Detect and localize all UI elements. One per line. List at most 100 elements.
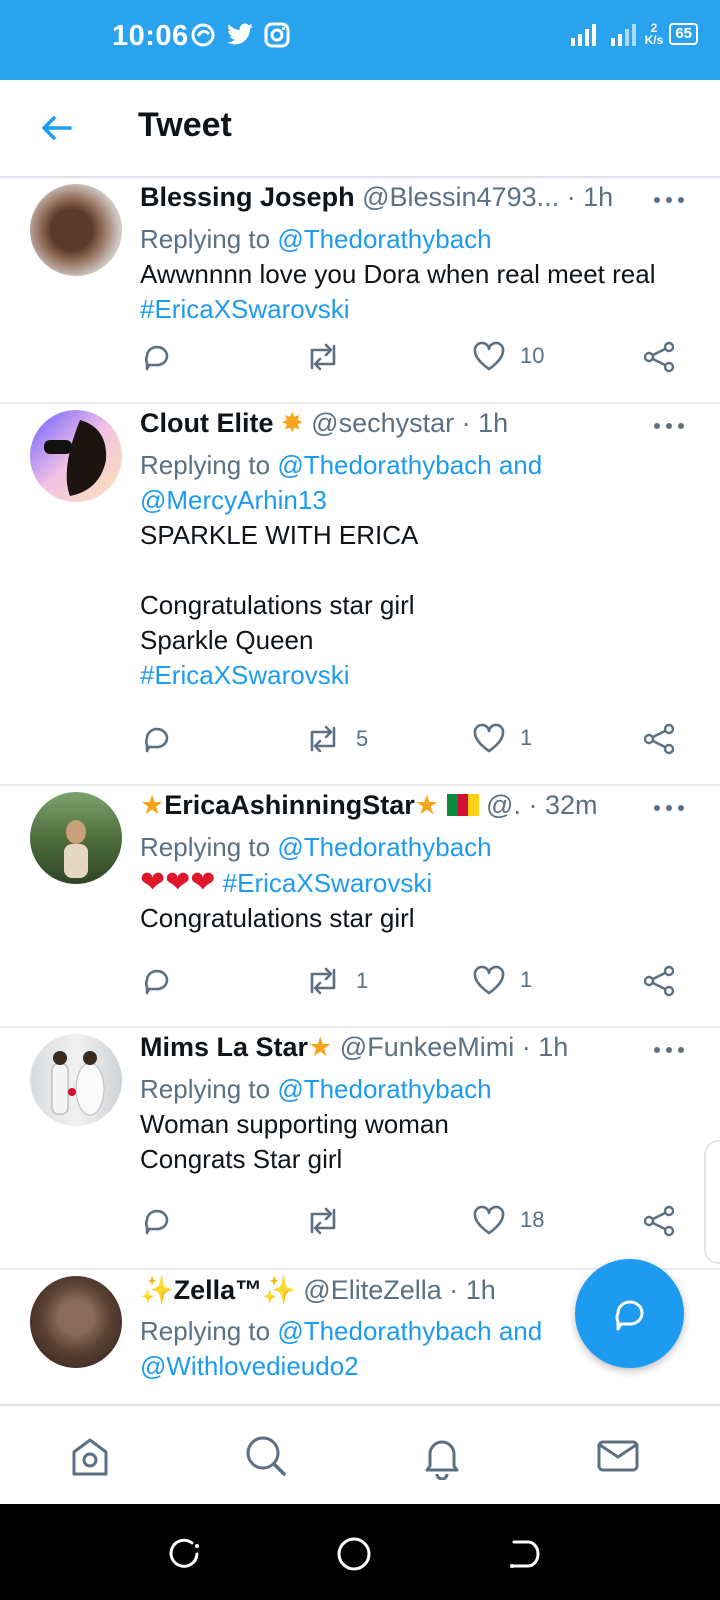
sun-emoji-icon: ✸ bbox=[281, 408, 304, 438]
mention-link[interactable]: @Withlovedieudo2 bbox=[140, 1351, 359, 1381]
hashtag-link[interactable]: #EricaXSwarovski bbox=[223, 868, 433, 898]
author-name[interactable]: Clout Elite bbox=[140, 408, 274, 438]
tweet-actions: 1 1 bbox=[0, 946, 720, 1026]
reply-button[interactable] bbox=[140, 1204, 174, 1238]
reply-bubble-icon bbox=[144, 345, 169, 371]
mention-link[interactable]: @Thedorathybach bbox=[277, 832, 491, 862]
signal-icon bbox=[570, 24, 596, 46]
avatar[interactable] bbox=[30, 792, 122, 884]
more-horizontal-icon bbox=[654, 1047, 684, 1053]
mention-link[interactable]: @Thedorathybach and bbox=[277, 1316, 542, 1346]
system-navigation-bar bbox=[0, 1504, 720, 1600]
retweet-button[interactable]: 1 bbox=[304, 964, 368, 998]
heart-icon bbox=[473, 341, 505, 371]
tweet-text: SPARKLE WITH ERICA bbox=[140, 520, 419, 550]
nav-search[interactable] bbox=[242, 1432, 290, 1480]
cameroon-flag-icon bbox=[446, 794, 479, 816]
replying-to: Replying to @Thedorathybach bbox=[140, 832, 492, 862]
notifications-icon bbox=[425, 1440, 459, 1481]
status-time: 10:06 bbox=[112, 20, 189, 52]
author-name[interactable]: EricaAshinningStar bbox=[164, 790, 415, 820]
messages-icon bbox=[597, 1440, 639, 1472]
replying-to: Replying to @Thedorathybach and bbox=[140, 450, 543, 480]
share-button[interactable] bbox=[642, 722, 676, 756]
like-button[interactable]: 1 bbox=[472, 722, 532, 754]
retweet-button[interactable] bbox=[304, 1204, 356, 1238]
battery-indicator: 65 bbox=[669, 23, 698, 45]
tweet[interactable]: Clout Elite ✸ @sechystar · 1h Replying t… bbox=[0, 404, 720, 786]
home-icon bbox=[72, 1438, 108, 1476]
reply-button[interactable] bbox=[140, 340, 174, 374]
sparkles-emoji-icon: ✨ bbox=[262, 1275, 296, 1305]
instagram-icon bbox=[264, 22, 290, 48]
network-speed: 2 K/s bbox=[644, 21, 664, 47]
retweet-icon bbox=[310, 725, 336, 753]
author-handle[interactable]: @sechystar bbox=[311, 408, 454, 438]
recent-apps-button[interactable] bbox=[164, 1534, 204, 1574]
home-system-button[interactable] bbox=[334, 1534, 374, 1574]
retweet-button[interactable]: 5 bbox=[304, 722, 368, 756]
sparkles-emoji-icon: ✨ bbox=[140, 1275, 174, 1305]
replying-to: Replying to @Thedorathybach bbox=[140, 1074, 492, 1104]
tweet-time: · 1h bbox=[566, 182, 614, 212]
more-horizontal-icon bbox=[654, 423, 684, 429]
heart-icon bbox=[473, 1205, 505, 1235]
like-count: 1 bbox=[520, 967, 533, 992]
retweet-icon bbox=[310, 1207, 336, 1235]
share-icon bbox=[643, 1205, 675, 1237]
more-horizontal-icon bbox=[654, 197, 684, 203]
like-button[interactable]: 18 bbox=[472, 1204, 544, 1236]
compose-reply-button[interactable] bbox=[575, 1259, 684, 1368]
edge-panel-handle[interactable] bbox=[704, 1140, 720, 1264]
nav-home[interactable] bbox=[66, 1432, 114, 1480]
author-handle[interactable]: @FunkeeMimi bbox=[340, 1032, 514, 1062]
more-button[interactable] bbox=[652, 186, 686, 206]
like-button[interactable]: 10 bbox=[472, 340, 544, 372]
compose-reply-icon bbox=[615, 1300, 643, 1330]
author-handle[interactable]: @. bbox=[486, 790, 521, 820]
like-count: 18 bbox=[520, 1207, 545, 1232]
mention-link[interactable]: @MercyArhin13 bbox=[140, 485, 327, 515]
signal-icon-2 bbox=[610, 24, 636, 46]
more-button[interactable] bbox=[652, 1036, 686, 1056]
share-button[interactable] bbox=[642, 964, 676, 998]
star-emoji-icon: ★ bbox=[140, 790, 165, 820]
tweet[interactable]: ★EricaAshinningStar★ @. · 32m Replying t… bbox=[0, 786, 720, 1028]
author-handle[interactable]: @Blessin4793... bbox=[362, 182, 559, 212]
avatar[interactable] bbox=[30, 410, 122, 502]
avatar[interactable] bbox=[30, 1034, 122, 1126]
nav-messages[interactable] bbox=[594, 1432, 642, 1480]
share-button[interactable] bbox=[642, 1204, 676, 1238]
tweet[interactable]: Mims La Star★ @FunkeeMimi · 1h Replying … bbox=[0, 1028, 720, 1270]
more-button[interactable] bbox=[652, 412, 686, 432]
reply-button[interactable] bbox=[140, 964, 174, 998]
hashtag-link[interactable]: #EricaXSwarovski bbox=[140, 658, 696, 693]
author-name[interactable]: Mims La Star bbox=[140, 1032, 308, 1062]
more-button[interactable] bbox=[652, 794, 686, 814]
author-name[interactable]: Blessing Joseph bbox=[140, 182, 355, 212]
retweet-button[interactable] bbox=[304, 340, 356, 374]
like-button[interactable]: 1 bbox=[472, 964, 532, 996]
share-icon bbox=[643, 965, 675, 997]
like-count: 1 bbox=[520, 725, 533, 750]
like-count: 10 bbox=[520, 343, 545, 368]
back-button[interactable] bbox=[34, 106, 78, 150]
reply-bubble-icon bbox=[144, 727, 169, 753]
star-emoji-icon: ★ bbox=[414, 790, 439, 820]
reply-feed[interactable]: Blessing Joseph @Blessin4793... · 1h Rep… bbox=[0, 178, 720, 1404]
reply-button[interactable] bbox=[140, 722, 174, 756]
avatar[interactable] bbox=[30, 1276, 122, 1368]
tweet[interactable]: Blessing Joseph @Blessin4793... · 1h Rep… bbox=[0, 178, 720, 404]
mention-link[interactable]: @Thedorathybach bbox=[277, 1074, 491, 1104]
mention-link[interactable]: @Thedorathybach bbox=[277, 224, 491, 254]
share-button[interactable] bbox=[642, 340, 676, 374]
replying-to: Replying to @Thedorathybach bbox=[140, 224, 492, 254]
tweet-actions: 18 bbox=[0, 1186, 720, 1266]
avatar[interactable] bbox=[30, 184, 122, 276]
author-handle[interactable]: @EliteZella bbox=[303, 1275, 441, 1305]
back-system-button[interactable] bbox=[504, 1534, 544, 1574]
mention-link[interactable]: @Thedorathybach and bbox=[277, 450, 542, 480]
author-name[interactable]: Zella™ bbox=[174, 1275, 263, 1305]
nav-notifications[interactable] bbox=[418, 1432, 466, 1481]
tweet-actions: 10 bbox=[0, 322, 720, 402]
